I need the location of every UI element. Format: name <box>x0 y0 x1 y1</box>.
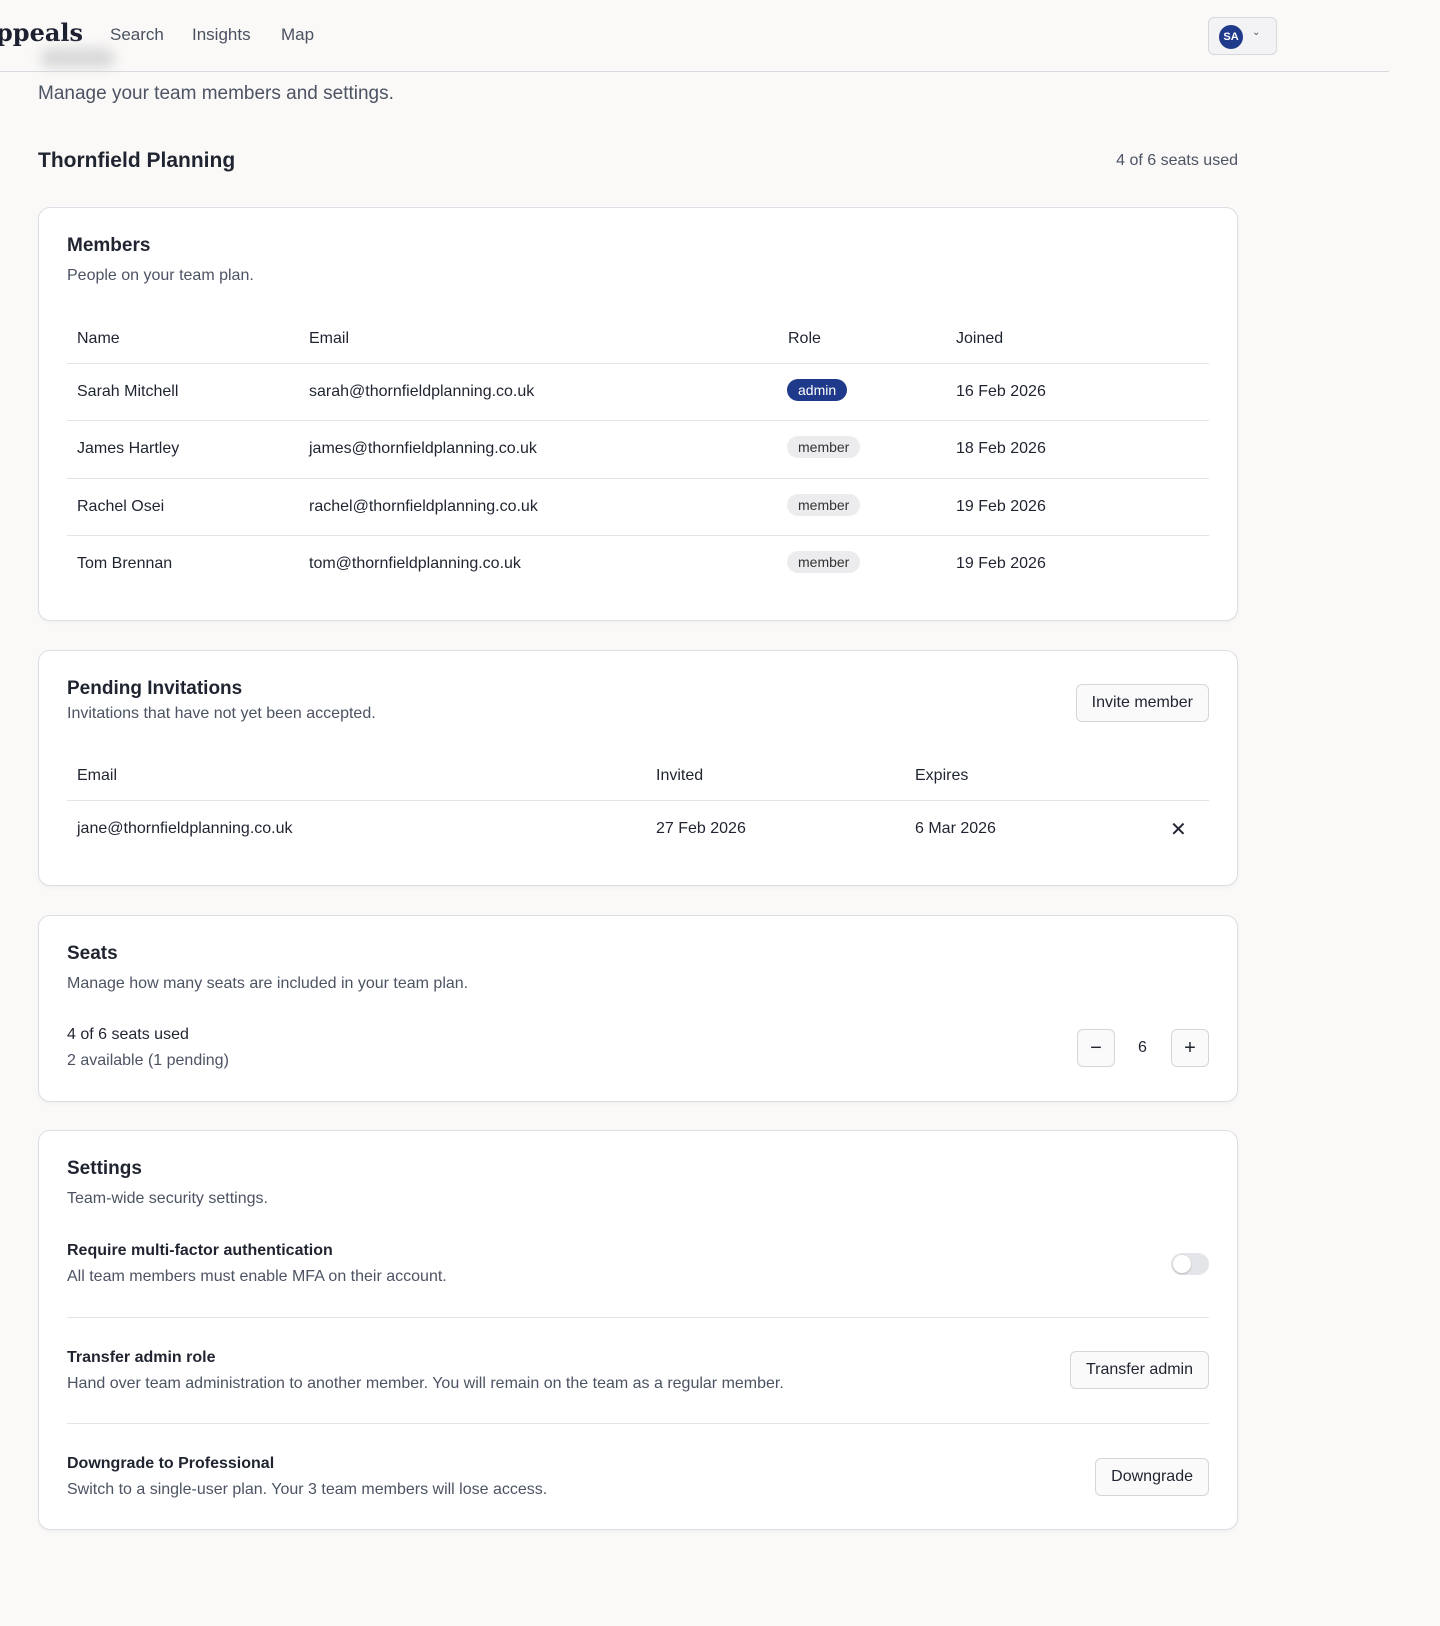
col-invited: Invited <box>656 767 704 784</box>
role-badge: member <box>787 436 861 458</box>
seats-title: Seats <box>67 943 118 964</box>
member-name: Rachel Osei <box>77 498 165 515</box>
chevron-down-icon: ⌄ <box>1252 27 1261 38</box>
downgrade-title: Downgrade to Professional <box>67 1455 275 1472</box>
seats-available: 2 available (1 pending) <box>67 1052 229 1069</box>
col-joined: Joined <box>956 330 1004 347</box>
member-email: tom@thornfieldplanning.co.uk <box>309 555 521 572</box>
role-badge: member <box>787 551 861 573</box>
divider <box>67 478 1209 479</box>
member-name: James Hartley <box>77 440 180 457</box>
settings-title: Settings <box>67 1158 142 1179</box>
transfer-title: Transfer admin role <box>67 1349 216 1366</box>
seats-used-summary: 4 of 6 seats used <box>1116 152 1238 169</box>
divider <box>67 535 1209 536</box>
revoke-invite-close-icon[interactable]: ✕ <box>1170 817 1187 842</box>
settings-description: Team-wide security settings. <box>67 1190 268 1207</box>
increment-seats-button[interactable]: + <box>1171 1029 1209 1067</box>
members-description: People on your team plan. <box>67 267 254 284</box>
member-joined: 19 Feb 2026 <box>956 555 1046 572</box>
member-joined: 16 Feb 2026 <box>956 383 1046 400</box>
member-name: Tom Brennan <box>77 555 173 572</box>
invitations-title: Pending Invitations <box>67 678 243 699</box>
transfer-description: Hand over team administration to another… <box>67 1375 784 1392</box>
member-email: sarah@thornfieldplanning.co.uk <box>309 383 535 400</box>
invitations-description: Invitations that have not yet been accep… <box>67 705 376 722</box>
member-email: rachel@thornfieldplanning.co.uk <box>309 498 538 515</box>
member-joined: 19 Feb 2026 <box>956 498 1046 515</box>
mfa-title: Require multi-factor authentication <box>67 1242 333 1259</box>
member-name: Sarah Mitchell <box>77 383 179 400</box>
mfa-toggle[interactable] <box>1171 1253 1209 1275</box>
downgrade-description: Switch to a single-user plan. Your 3 tea… <box>67 1481 548 1498</box>
member-email: james@thornfieldplanning.co.uk <box>309 440 537 457</box>
col-expires: Expires <box>915 767 969 784</box>
role-badge: member <box>787 494 861 516</box>
transfer-admin-button[interactable]: Transfer admin <box>1070 1351 1209 1389</box>
user-menu-button[interactable]: SA ⌄ <box>1208 17 1277 55</box>
col-name: Name <box>77 330 120 347</box>
avatar: SA <box>1219 25 1243 49</box>
member-joined: 18 Feb 2026 <box>956 440 1046 457</box>
blurred-overlay <box>40 48 115 68</box>
invitations-card: Pending Invitations Invitations that hav… <box>38 650 1238 886</box>
decrement-seats-button[interactable]: − <box>1077 1029 1115 1067</box>
members-title: Members <box>67 235 151 256</box>
page-subtitle: Manage your team members and settings. <box>38 83 394 104</box>
invite-email: jane@thornfieldplanning.co.uk <box>77 820 293 837</box>
logo[interactable]: ppeals <box>0 18 83 47</box>
invite-expires: 6 Mar 2026 <box>915 820 996 837</box>
divider <box>67 1317 1209 1318</box>
divider <box>67 420 1209 421</box>
mfa-description: All team members must enable MFA on thei… <box>67 1268 447 1285</box>
nav-search[interactable]: Search <box>110 25 164 45</box>
top-nav: ppeals Search Insights Map SA ⌄ <box>0 0 1389 72</box>
role-badge: admin <box>787 379 848 401</box>
col-email: Email <box>77 767 118 784</box>
divider <box>67 800 1209 801</box>
seats-card: Seats Manage how many seats are included… <box>38 915 1238 1102</box>
team-name: Thornfield Planning <box>38 149 236 172</box>
invite-member-button[interactable]: Invite member <box>1075 684 1209 722</box>
col-email: Email <box>309 330 350 347</box>
seats-description: Manage how many seats are included in yo… <box>67 975 469 992</box>
members-card: Members People on your team plan. Name E… <box>38 207 1238 621</box>
nav-insights[interactable]: Insights <box>192 25 251 45</box>
settings-card: Settings Team-wide security settings. Re… <box>38 1130 1238 1530</box>
invite-date: 27 Feb 2026 <box>656 820 746 837</box>
nav-map[interactable]: Map <box>281 25 314 45</box>
seat-count: 6 <box>1138 1039 1147 1056</box>
col-role: Role <box>788 330 821 347</box>
downgrade-button[interactable]: Downgrade <box>1095 1458 1209 1496</box>
divider <box>67 1423 1209 1424</box>
divider <box>67 363 1209 364</box>
seats-used: 4 of 6 seats used <box>67 1026 189 1043</box>
